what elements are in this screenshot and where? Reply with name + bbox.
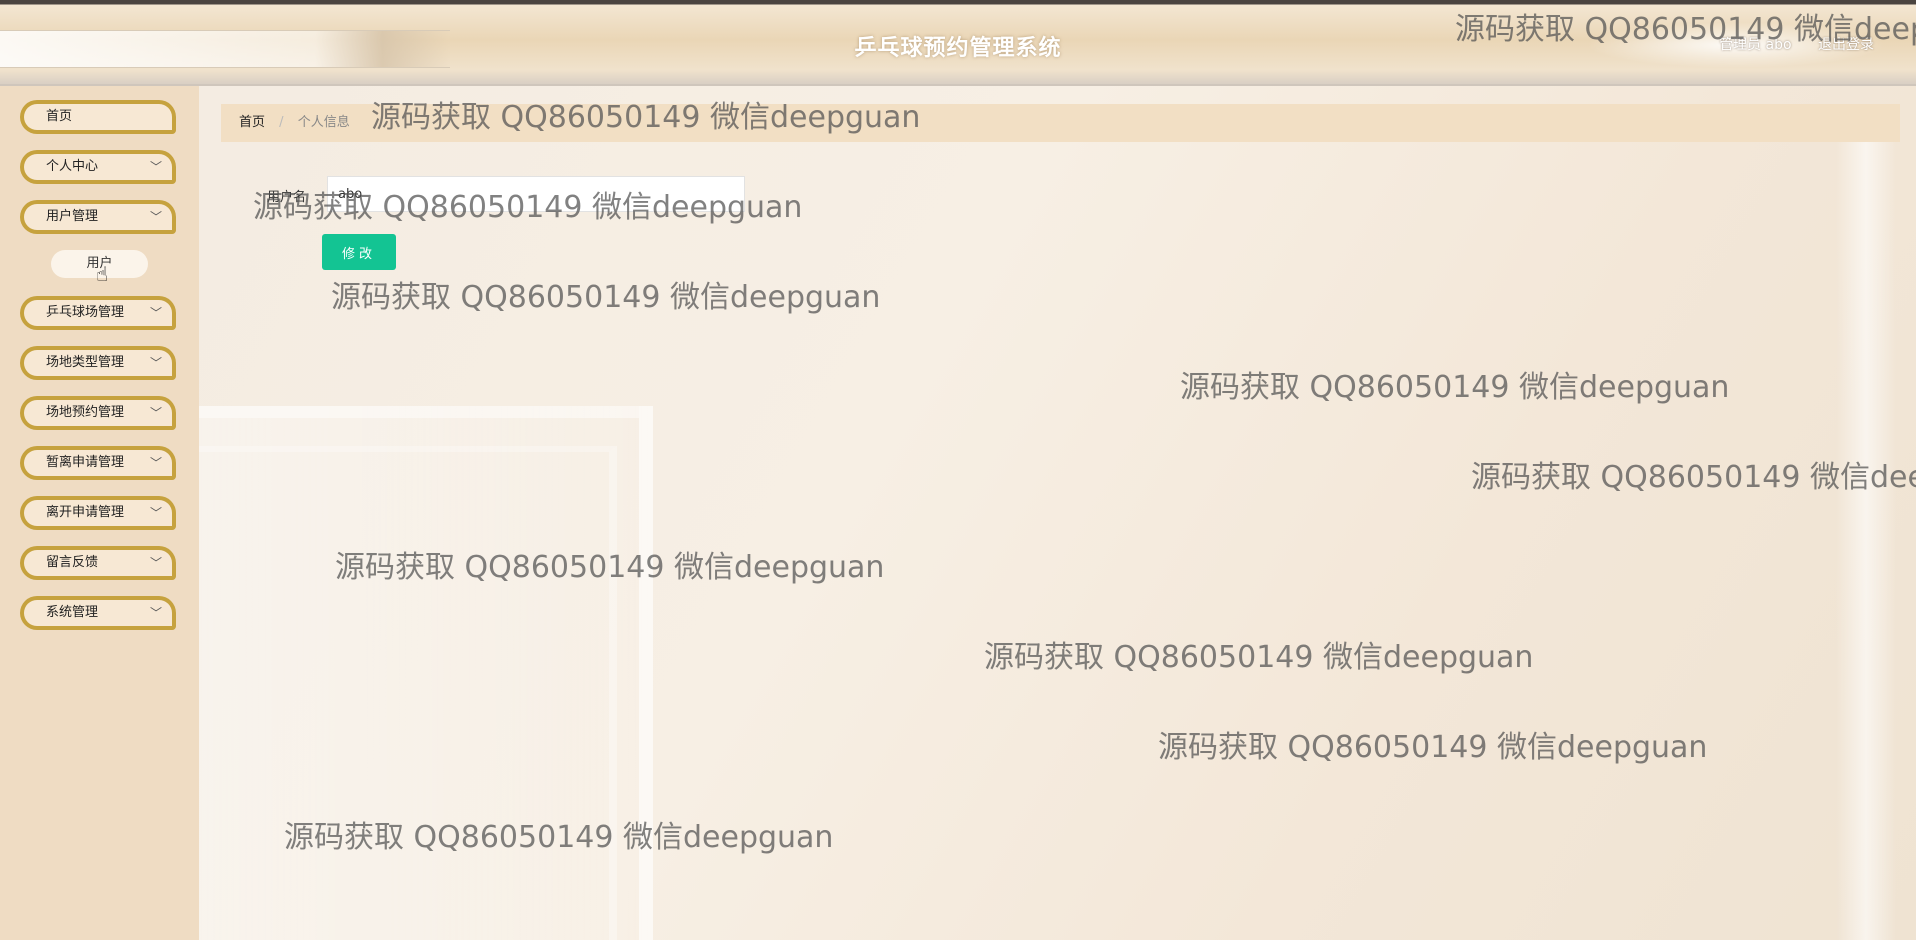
hand-cursor-icon: ☝ (96, 262, 109, 286)
modify-button[interactable]: 修改 (322, 234, 396, 270)
breadcrumb-current: 个人信息 (297, 115, 350, 130)
main-content: 首页 / 个人信息 用户名 修改 (199, 86, 1916, 940)
sidebar-item-leave-management[interactable]: 离开申请管理 ﹀ (20, 496, 176, 530)
chevron-down-icon: ﹀ (149, 356, 162, 370)
chevron-down-icon: ﹀ (149, 160, 162, 174)
background-column (1836, 126, 1896, 940)
sidebar-item-label: 个人中心 (46, 159, 99, 174)
top-header: 乒乓球预约管理系统 管理员 abo 退出登录 (0, 0, 1916, 86)
background-door-frame (199, 446, 617, 940)
breadcrumb-home-link[interactable]: 首页 (239, 115, 265, 130)
sidebar-item-label: 乒乓球场管理 (46, 305, 125, 320)
sidebar-item-label: 留言反馈 (46, 555, 99, 570)
sidebar-item-label: 场地预约管理 (46, 405, 125, 420)
breadcrumb: 首页 / 个人信息 (221, 104, 1900, 142)
sidebar-item-home[interactable]: 首页 (20, 100, 176, 134)
sidebar-item-label: 暂离申请管理 (46, 455, 125, 470)
breadcrumb-separator: / (279, 115, 284, 130)
user-area: 管理员 abo 退出登录 (1697, 34, 1874, 54)
sidebar-item-label: 离开申请管理 (46, 505, 125, 520)
sidebar-item-feedback[interactable]: 留言反馈 ﹀ (20, 546, 176, 580)
sidebar-item-label: 用户管理 (46, 209, 99, 224)
sidebar-item-system-management[interactable]: 系统管理 ﹀ (20, 596, 176, 630)
chevron-down-icon: ﹀ (149, 210, 162, 224)
username-label: 用户名 (267, 190, 307, 205)
sidebar-item-label: 系统管理 (46, 605, 99, 620)
chevron-down-icon: ﹀ (149, 606, 162, 620)
sidebar-item-temp-leave-management[interactable]: 暂离申请管理 ﹀ (20, 446, 176, 480)
sidebar-item-user-management[interactable]: 用户管理 ﹀ (20, 200, 176, 234)
chevron-down-icon: ﹀ (149, 556, 162, 570)
sidebar-item-court-management[interactable]: 乒乓球场管理 ﹀ (20, 296, 176, 330)
chevron-down-icon: ﹀ (149, 406, 162, 420)
sidebar-item-label: 首页 (46, 109, 73, 124)
sidebar-item-venue-type-management[interactable]: 场地类型管理 ﹀ (20, 346, 176, 380)
sidebar-item-label: 场地类型管理 (46, 355, 125, 370)
sidebar-item-booking-management[interactable]: 场地预约管理 ﹀ (20, 396, 176, 430)
chevron-down-icon: ﹀ (149, 306, 162, 320)
logout-link[interactable]: 退出登录 (1818, 37, 1874, 53)
chevron-down-icon: ﹀ (149, 456, 162, 470)
chevron-down-icon: ﹀ (149, 506, 162, 520)
username-field[interactable] (327, 176, 745, 212)
sidebar-item-personal-center[interactable]: 个人中心 ﹀ (20, 150, 176, 184)
current-user-label: 管理员 abo (1719, 37, 1792, 53)
system-title: 乒乓球预约管理系统 (854, 36, 1062, 61)
sidebar: 首页 个人中心 ﹀ 用户管理 ﹀ 用户 ☝ 乒乓球场管理 ﹀ 场地类型管理 ﹀ … (0, 86, 199, 940)
